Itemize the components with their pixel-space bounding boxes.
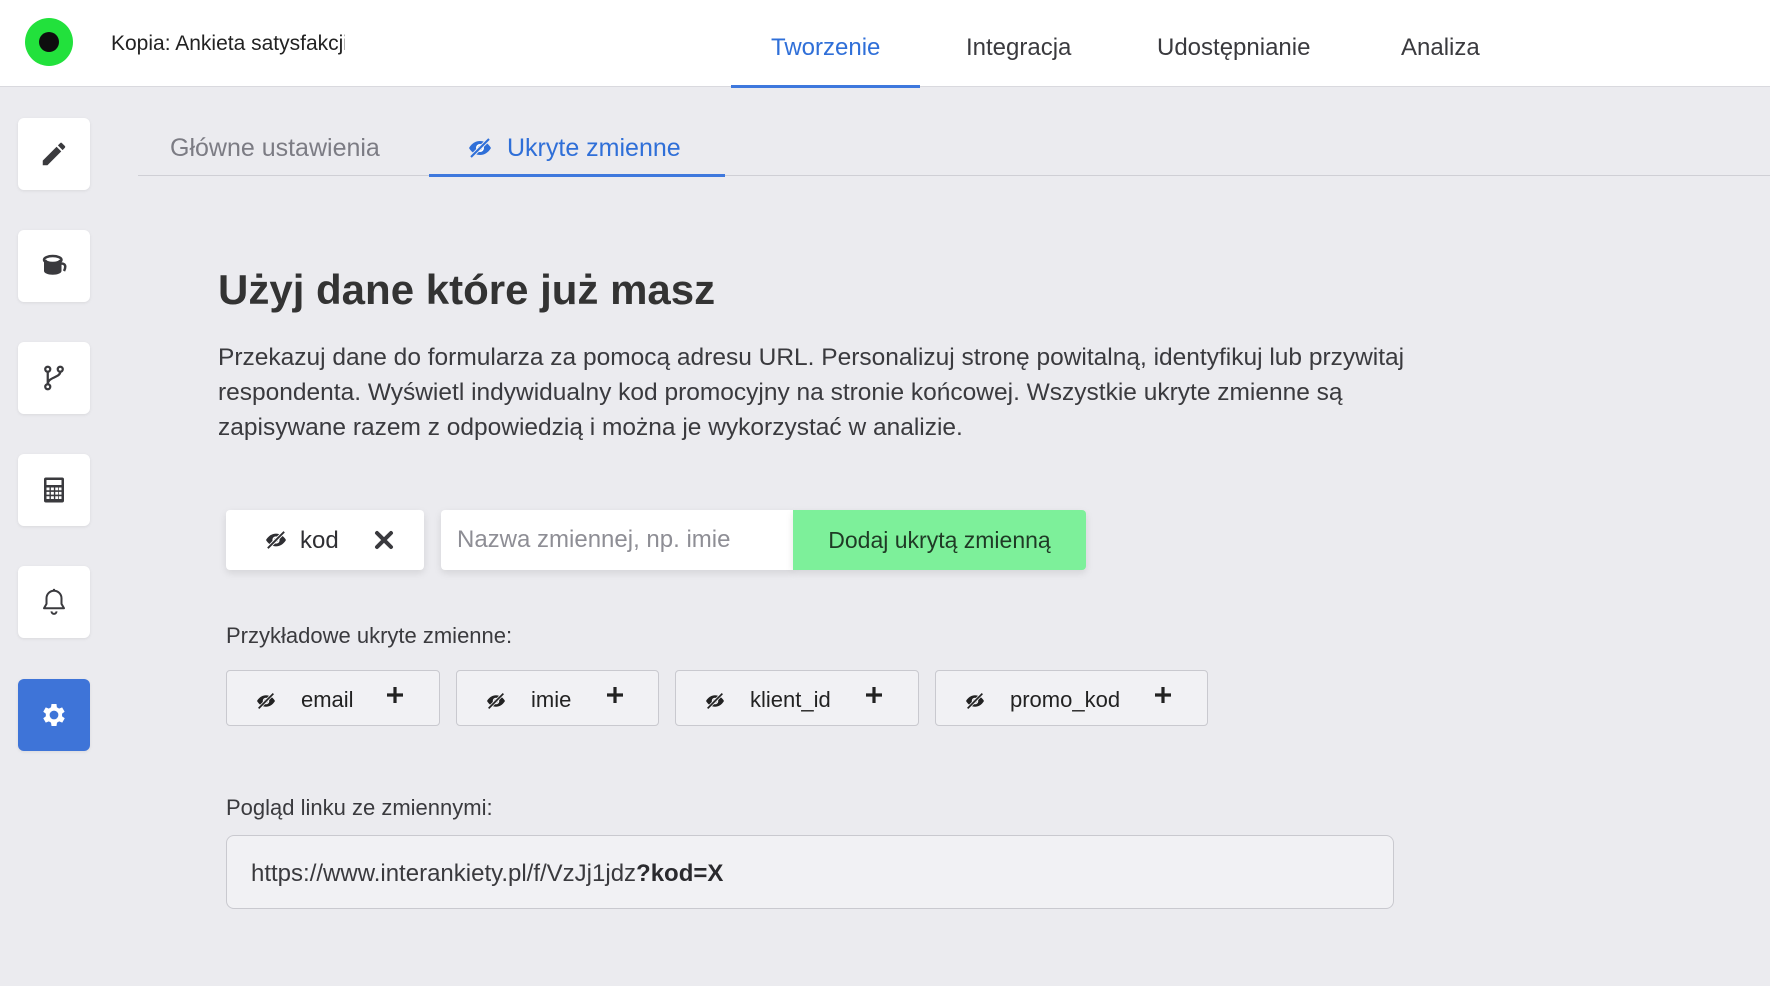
sidebar-item-notifications[interactable]: [18, 566, 90, 638]
branch-icon: [44, 365, 64, 391]
example-chip-email[interactable]: email: [226, 670, 440, 726]
tab-udostepnianie[interactable]: Udostępnianie: [1157, 0, 1310, 87]
tab-tworzenie[interactable]: Tworzenie: [730, 0, 921, 88]
example-chip-label: imie: [531, 687, 572, 712]
subtab-active-indicator: [429, 174, 725, 177]
remove-variable-button[interactable]: [373, 529, 395, 551]
bell-icon: [43, 588, 65, 615]
add-hidden-variable-button[interactable]: Dodaj ukrytą zmienną: [793, 510, 1086, 570]
preview-url-base: https://www.interankiety.pl/f/VzJj1jdz: [251, 860, 637, 887]
eye-slash-icon: [704, 690, 726, 716]
paint-bucket-icon: [42, 254, 67, 275]
example-chip-label: promo_kod: [1010, 687, 1121, 712]
example-chip-label: email: [301, 687, 354, 712]
sidebar-item-edit[interactable]: [18, 118, 90, 190]
example-chip-label: klient_id: [750, 687, 831, 712]
logo[interactable]: [25, 18, 73, 66]
subtab-main-settings[interactable]: Główne ustawienia: [170, 134, 380, 163]
sidebar-item-calculator[interactable]: [18, 454, 90, 526]
example-chip-klient-id[interactable]: klient_id: [675, 670, 919, 726]
plus-icon: [1153, 685, 1173, 711]
plus-icon: [605, 685, 625, 711]
eye-slash-icon: [467, 137, 493, 166]
preview-url-query: ?kod=X: [636, 860, 724, 887]
page-heading: Użyj dane które już masz: [218, 266, 716, 313]
tab-analiza[interactable]: Analiza: [1401, 0, 1480, 87]
example-chip-promo-kod[interactable]: promo_kod: [935, 670, 1208, 726]
subtabs-divider: [138, 175, 1770, 176]
variable-name-input[interactable]: [441, 510, 794, 570]
gear-icon: [43, 704, 65, 726]
eye-slash-icon: [964, 690, 986, 716]
sidebar-item-settings[interactable]: [18, 679, 90, 751]
hidden-variable-name: kod: [300, 527, 339, 554]
eye-slash-icon: [485, 690, 507, 716]
page-description: Przekazuj dane do formularza za pomocą a…: [218, 344, 1405, 441]
pencil-icon: [42, 142, 66, 166]
calculator-icon: [44, 477, 64, 503]
subtab-hidden-variables-label: Ukryte zmienne: [507, 134, 681, 162]
survey-title[interactable]: Kopia: Ankieta satysfakcji: [111, 32, 345, 56]
sidebar-item-logic[interactable]: [18, 342, 90, 414]
close-icon: [375, 531, 393, 549]
plus-icon: [385, 685, 405, 711]
example-chip-imie[interactable]: imie: [456, 670, 659, 726]
link-preview[interactable]: https://www.interankiety.pl/f/VzJj1jdz?k…: [226, 835, 1394, 909]
examples-label: Przykładowe ukryte zmienne:: [226, 623, 513, 648]
plus-icon: [864, 685, 884, 711]
top-bar: Kopia: Ankieta satysfakcji Tworzenie Int…: [0, 0, 1770, 88]
eye-slash-icon: [255, 690, 277, 716]
tab-integracja[interactable]: Integracja: [966, 0, 1071, 87]
subtab-hidden-variables[interactable]: Ukryte zmienne: [467, 134, 681, 166]
eye-slash-icon: [264, 529, 288, 557]
sidebar-item-design[interactable]: [18, 230, 90, 302]
preview-label: Pogląd linku ze zmiennymi:: [226, 795, 493, 820]
